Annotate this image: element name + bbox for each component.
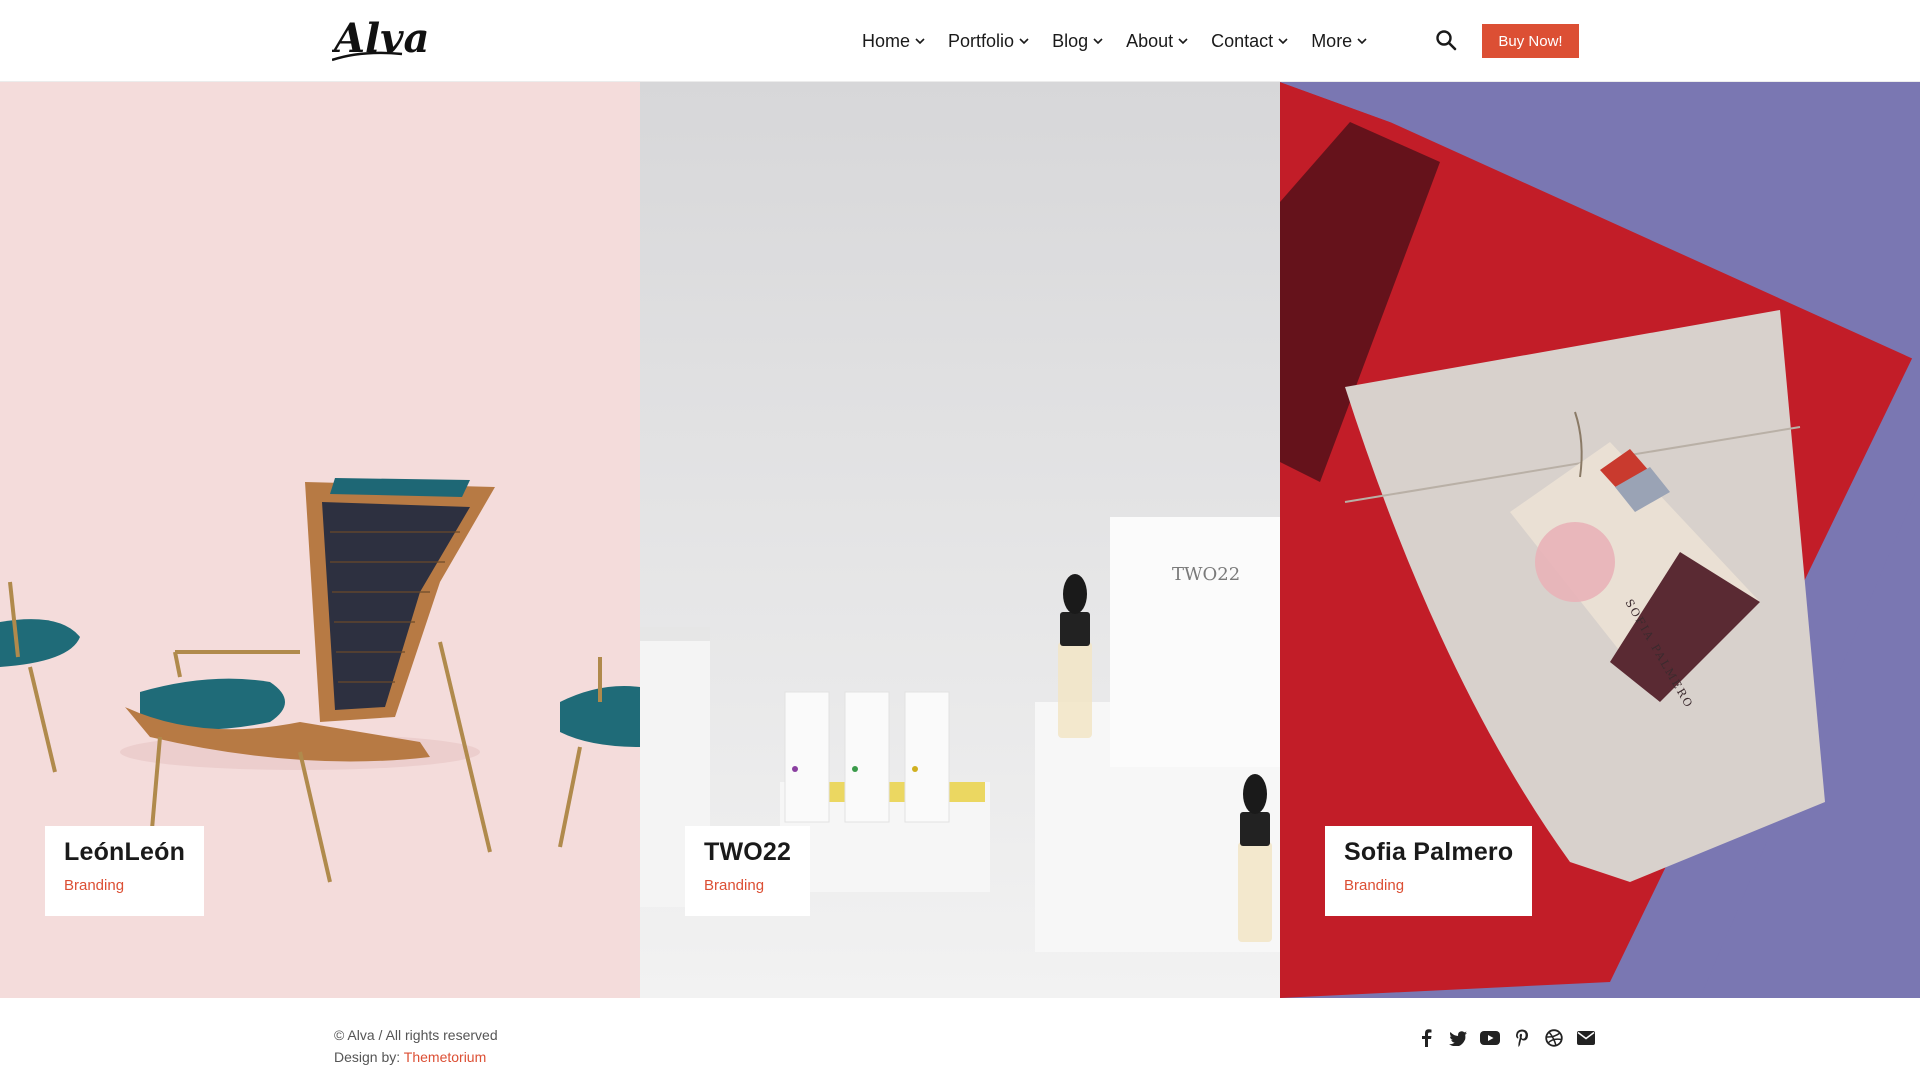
portfolio-caption: Sofia Palmero Branding xyxy=(1325,826,1533,916)
pinterest-icon[interactable] xyxy=(1512,1028,1532,1048)
nav-item-label: Portfolio xyxy=(948,30,1031,54)
nav-item-label: Blog xyxy=(1052,30,1089,51)
site-footer: © Alva / All rights reserved Design by: … xyxy=(0,998,1920,1080)
nav-item-about[interactable]: About xyxy=(1126,31,1189,52)
social-links xyxy=(1416,1028,1608,1048)
nav-item-blog[interactable]: Blog xyxy=(1052,31,1104,52)
box-label: TWO22 xyxy=(1172,564,1240,585)
portfolio-category[interactable]: Branding xyxy=(704,877,791,894)
portfolio-title[interactable]: LeónLeón xyxy=(64,838,185,867)
nav-item-home[interactable]: Home xyxy=(862,31,926,52)
footer-copyright: © Alva / All rights reserved Design by: … xyxy=(334,1024,498,1068)
main-nav: Home Portfolio Blog About Contact More xyxy=(862,0,1390,82)
site-header: Alva Home Portfolio Blog About Contact M… xyxy=(0,0,1920,82)
portfolio-category[interactable]: Branding xyxy=(64,877,185,894)
nav-item-label: Contact xyxy=(1211,30,1274,51)
alva-logo[interactable]: Alva xyxy=(332,10,436,66)
themetorium-link[interactable]: Themetorium xyxy=(404,1049,486,1065)
dribbble-icon[interactable] xyxy=(1544,1028,1564,1048)
portfolio-item-sofia-palmero[interactable]: SOFIA PALMERO Sofia Palmero Branding xyxy=(1280,82,1920,998)
twitter-icon[interactable] xyxy=(1448,1028,1468,1048)
copyright-text: © Alva / All rights reserved xyxy=(334,1027,498,1043)
nav-item-more[interactable]: More xyxy=(1311,31,1368,52)
chevron-down-icon xyxy=(1357,38,1367,45)
chevron-down-icon xyxy=(1019,38,1029,45)
buy-now-button[interactable]: Buy Now! xyxy=(1482,24,1579,58)
chevron-down-icon xyxy=(915,38,925,45)
portfolio-caption: LeónLeón Branding xyxy=(45,826,205,916)
nav-item-contact[interactable]: Contact xyxy=(1211,31,1289,52)
portfolio-grid: LeónLeón Branding TWO22 TWO22 Branding S… xyxy=(0,82,1920,998)
nav-item-portfolio[interactable]: Portfolio xyxy=(948,30,1031,54)
facebook-icon[interactable] xyxy=(1416,1028,1436,1048)
credit-line: Design by: Themetorium xyxy=(334,1046,498,1068)
chevron-down-icon xyxy=(1178,38,1188,45)
nav-item-label: More xyxy=(1311,30,1353,51)
portfolio-category[interactable]: Branding xyxy=(1344,877,1513,894)
nav-item-label: About xyxy=(1126,30,1174,51)
envelope-icon[interactable] xyxy=(1576,1028,1596,1048)
portfolio-title[interactable]: Sofia Palmero xyxy=(1344,838,1513,867)
search-icon[interactable] xyxy=(1434,28,1458,52)
chevron-down-icon xyxy=(1093,38,1103,45)
chevron-down-icon xyxy=(1278,38,1288,45)
nav-item-label: Home xyxy=(862,30,911,51)
youtube-icon[interactable] xyxy=(1480,1028,1500,1048)
credit-prefix: Design by: xyxy=(334,1049,404,1065)
portfolio-item-leonleon[interactable]: LeónLeón Branding xyxy=(0,82,640,998)
portfolio-title[interactable]: TWO22 xyxy=(704,838,791,867)
portfolio-caption: TWO22 Branding xyxy=(685,826,811,916)
portfolio-item-two22[interactable]: TWO22 TWO22 Branding xyxy=(640,82,1280,998)
